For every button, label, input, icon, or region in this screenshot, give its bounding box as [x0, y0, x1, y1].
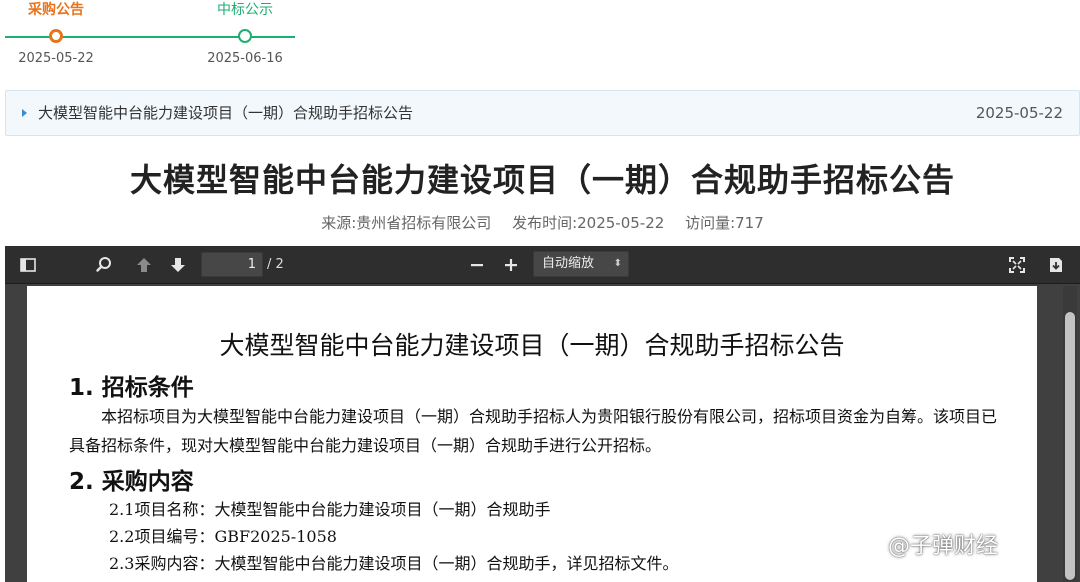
pdf-page: 大模型智能中台能力建设项目（一期）合规助手招标公告 1. 招标条件 本招标项目为…	[27, 286, 1037, 582]
timeline-step-label: 采购公告	[28, 2, 84, 18]
download-button[interactable]	[1045, 253, 1067, 277]
download-icon	[1050, 258, 1062, 272]
section-heading: 2. 采购内容	[69, 469, 194, 495]
list-item: 2.2项目编号：GBF2025-1058	[109, 527, 337, 546]
section-heading: 1. 招标条件	[69, 375, 194, 401]
previous-page-button[interactable]	[133, 253, 155, 277]
zoom-select[interactable]: 自动缩放 ⬍	[533, 251, 629, 277]
timeline-dot	[238, 29, 252, 43]
zoom-in-button[interactable]	[500, 253, 522, 277]
page-title: 大模型智能中台能力建设项目（一期）合规助手招标公告	[129, 161, 955, 199]
timeline-step-date: 2025-05-22	[18, 51, 94, 66]
next-page-button[interactable]	[167, 253, 189, 277]
article-meta: 来源:贵州省招标有限公司 发布时间:2025-05-22 访问量:717	[0, 212, 1080, 234]
source-text: 来源:贵州省招标有限公司	[321, 214, 492, 232]
timeline-step-label: 中标公示	[217, 2, 273, 18]
notice-date: 2025-05-22	[975, 104, 1063, 122]
search-icon	[96, 257, 111, 272]
arrow-up-icon	[137, 258, 151, 272]
arrow-down-icon	[171, 258, 185, 272]
page-total-text: / 2	[267, 257, 284, 272]
timeline-dot-active	[49, 29, 63, 43]
timeline-step-procurement[interactable]: 采购公告 2025-05-22	[0, 0, 116, 66]
zoom-select-value: 自动缩放	[542, 256, 595, 271]
plus-icon	[505, 259, 517, 271]
minus-icon	[471, 264, 483, 267]
watermark-text: @子弹财经	[888, 534, 999, 559]
zoom-out-button[interactable]	[466, 253, 488, 277]
sidebar-toggle-icon	[20, 258, 36, 272]
list-item: 2.3采购内容：大模型智能中台能力建设项目（一期）合规助手，详见招标文件。	[109, 554, 679, 573]
sidebar-toggle-button[interactable]	[17, 253, 39, 277]
presentation-mode-button[interactable]	[1006, 253, 1028, 277]
timeline-step-date: 2025-06-16	[207, 51, 283, 66]
notice-title-link[interactable]: 大模型智能中台能力建设项目（一期）合规助手招标公告	[38, 91, 413, 135]
visit-count-text: 访问量:717	[685, 214, 764, 232]
timeline-step-award[interactable]: 中标公示 2025-06-16	[185, 0, 305, 66]
caret-right-icon	[22, 109, 27, 117]
pdf-toolbar: 1 / 2 自动缩放 ⬍	[5, 246, 1080, 284]
page-number-input[interactable]: 1	[201, 252, 263, 277]
pdf-scrollbar[interactable]	[1063, 286, 1077, 582]
document-title: 大模型智能中台能力建设项目（一期）合规助手招标公告	[219, 331, 845, 360]
section-paragraph: 本招标项目为大模型智能中台能力建设项目（一期）合规助手招标人为贵阳银行股份有限公…	[69, 407, 998, 455]
list-item: 2.1项目名称：大模型智能中台能力建设项目（一期）合规助手	[109, 500, 551, 519]
search-button[interactable]	[93, 253, 115, 277]
pdf-scrollbar-thumb[interactable]	[1065, 312, 1075, 580]
progress-timeline: 采购公告 2025-05-22 中标公示 2025-06-16	[0, 0, 300, 72]
publish-time-text: 发布时间:2025-05-22	[512, 214, 665, 232]
chevron-updown-icon: ⬍	[613, 258, 622, 269]
notice-list-item[interactable]: 大模型智能中台能力建设项目（一期）合规助手招标公告 2025-05-22	[5, 90, 1080, 136]
fullscreen-icon	[1009, 257, 1025, 273]
